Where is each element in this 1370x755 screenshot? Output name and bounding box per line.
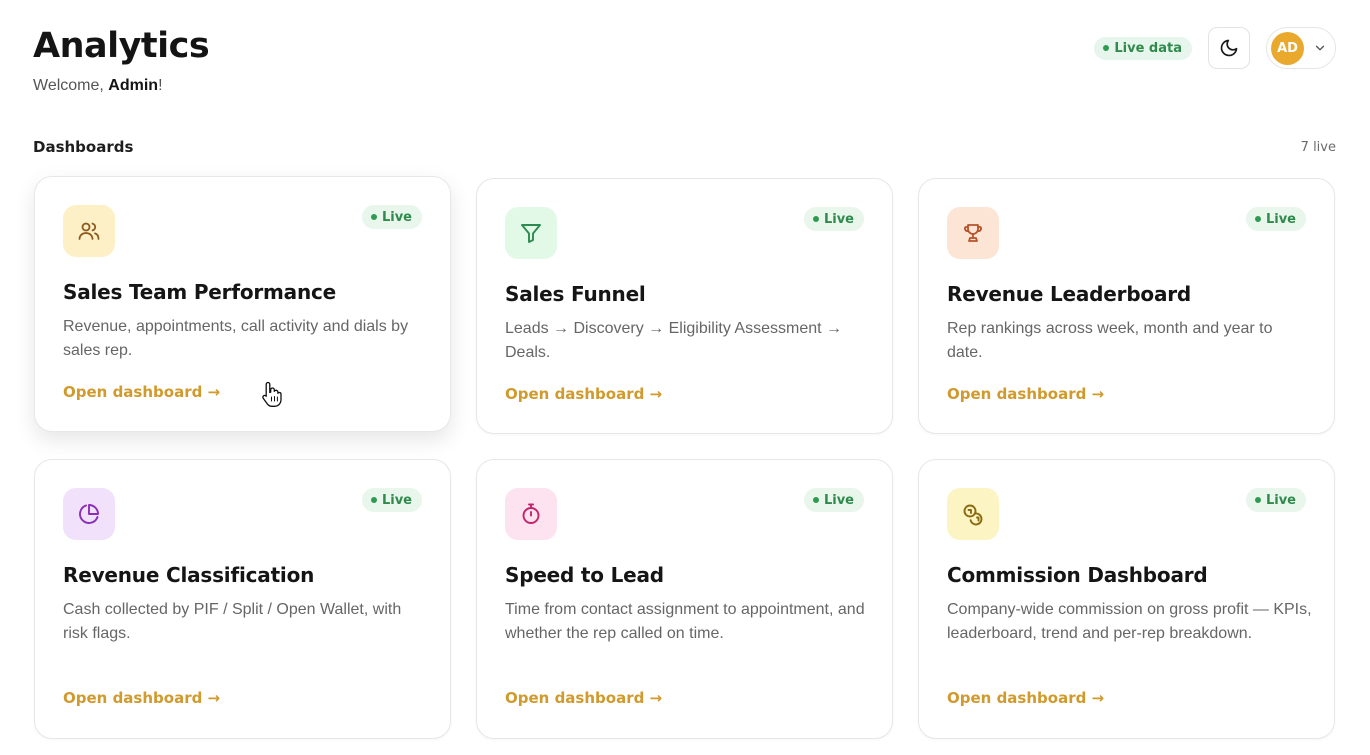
card-title: Revenue Leaderboard — [947, 282, 1192, 306]
user-menu[interactable]: AD — [1266, 27, 1336, 69]
hand-pointer-icon — [262, 381, 282, 407]
live-dot-icon — [370, 214, 377, 220]
card-title: Revenue Classification — [63, 563, 315, 587]
welcome-message: Welcome, Admin! — [33, 77, 163, 95]
card-description: Time from contact assignment to appointm… — [505, 601, 865, 642]
open-dashboard-link[interactable]: Open dashboard → — [505, 385, 662, 403]
moon-icon — [1220, 39, 1238, 57]
welcome-suffix: ! — [158, 77, 163, 94]
dashboard-card-sales-team-performance[interactable]: Live Sales Team Performance Revenue, app… — [34, 176, 451, 432]
dashboard-card-revenue-classification[interactable]: Live Revenue Classification Cash collect… — [34, 459, 451, 739]
card-description: Leads → Discovery → Eligibility Assessme… — [505, 320, 842, 361]
live-label: Live — [823, 211, 854, 227]
live-dot-icon — [1254, 497, 1261, 503]
open-dashboard-link[interactable]: Open dashboard → — [947, 689, 1104, 707]
live-label: Live — [381, 492, 412, 508]
card-title: Speed to Lead — [505, 563, 664, 587]
welcome-user: Admin — [108, 77, 159, 94]
dashboard-grid: Live Sales Team Performance Revenue, app… — [34, 176, 1336, 739]
dashboard-card-revenue-leaderboard[interactable]: Live Revenue Leaderboard Rep rankings ac… — [918, 178, 1335, 434]
live-data-label: Live data — [1114, 40, 1182, 56]
section-title: Dashboards — [33, 138, 134, 156]
open-dashboard-link[interactable]: Open dashboard → — [505, 689, 662, 707]
section-count: 7 live — [1300, 140, 1336, 155]
live-badge: Live — [803, 488, 864, 512]
open-dashboard-link[interactable]: Open dashboard → — [947, 385, 1104, 403]
card-title: Sales Team Performance — [63, 280, 337, 304]
coins-icon — [947, 488, 999, 540]
users-icon — [63, 205, 115, 257]
live-data-badge: Live data — [1094, 36, 1192, 60]
live-badge: Live — [1245, 207, 1306, 231]
live-label: Live — [1265, 492, 1296, 508]
theme-toggle-button[interactable] — [1208, 27, 1250, 69]
welcome-prefix: Welcome, — [33, 77, 109, 94]
live-dot-icon — [1103, 45, 1110, 51]
dashboard-card-sales-funnel[interactable]: Live Sales Funnel Leads → Discovery → El… — [476, 178, 893, 434]
card-description: Cash collected by PIF / Split / Open Wal… — [63, 601, 402, 642]
pie-chart-icon — [63, 488, 115, 540]
stopwatch-icon — [505, 488, 557, 540]
dashboard-card-commission-dashboard[interactable]: Live Commission Dashboard Company-wide c… — [918, 459, 1335, 739]
live-badge: Live — [803, 207, 864, 231]
live-label: Live — [1265, 211, 1296, 227]
card-description: Rep rankings across week, month and year… — [947, 320, 1273, 361]
live-badge: Live — [361, 488, 422, 512]
header-actions: Live data AD — [1094, 27, 1336, 69]
card-title: Commission Dashboard — [947, 563, 1208, 587]
page-title: Analytics — [33, 26, 210, 66]
live-dot-icon — [812, 216, 819, 222]
live-badge: Live — [361, 205, 422, 229]
avatar: AD — [1271, 31, 1304, 65]
live-label: Live — [381, 209, 412, 225]
card-description: Company-wide commission on gross profit … — [947, 601, 1312, 642]
dashboard-card-speed-to-lead[interactable]: Live Speed to Lead Time from contact ass… — [476, 459, 893, 739]
live-badge: Live — [1245, 488, 1306, 512]
trophy-icon — [947, 207, 999, 259]
card-title: Sales Funnel — [505, 282, 646, 306]
chevron-down-icon — [1315, 45, 1325, 51]
live-dot-icon — [1254, 216, 1261, 222]
funnel-icon — [505, 207, 557, 259]
card-description: Revenue, appointments, call activity and… — [63, 318, 409, 359]
live-dot-icon — [370, 497, 377, 503]
open-dashboard-link[interactable]: Open dashboard → — [63, 383, 220, 401]
live-dot-icon — [812, 497, 819, 503]
live-label: Live — [823, 492, 854, 508]
open-dashboard-link[interactable]: Open dashboard → — [63, 689, 220, 707]
